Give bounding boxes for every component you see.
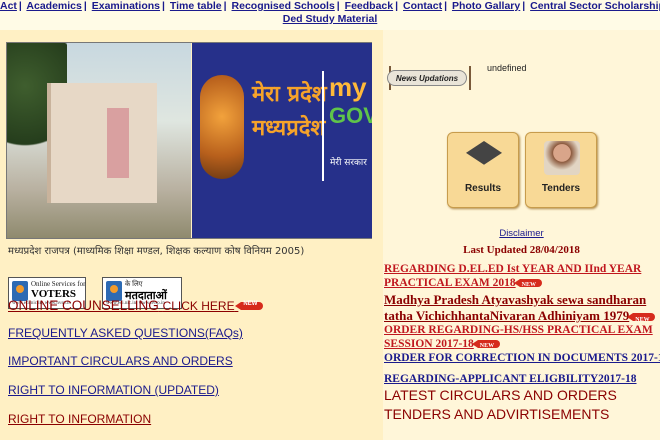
- nav-link-ded-study-material[interactable]: Ded Study Material: [283, 13, 378, 25]
- click-here-link[interactable]: CLICK HERE: [163, 299, 235, 313]
- board-building-photo: [7, 43, 191, 238]
- disclaimer-link[interactable]: Disclaimer: [383, 228, 660, 239]
- latest-circulars-link[interactable]: LATEST CIRCULARS AND ORDERS: [384, 387, 617, 403]
- nav-link-examinations[interactable]: Examinations: [92, 0, 160, 12]
- nav-row-1: Act | Academics | Examinations | Time table…: [0, 0, 660, 13]
- nav-link-photo-gallary[interactable]: Photo Gallary: [452, 0, 520, 12]
- top-navigation: Act | Academics | Examinations | Time table…: [0, 0, 660, 30]
- last-updated: Last Updated 28/04/2018: [463, 244, 580, 256]
- gazette-caption: मध्यप्रदेश राजपत्र (माध्यमिक शिक्षा मण्ड…: [8, 246, 305, 257]
- mygov-banner[interactable]: मेरा प्रदेश मध्यप्रदेश my GOV मेरी सरकार: [192, 43, 372, 238]
- news-item-deled-practical[interactable]: REGARDING D.EL.ED Ist YEAR AND IInd YEAR…: [384, 262, 641, 290]
- mygov-gov: GOV: [329, 103, 372, 128]
- news-item-atyavashyak-sewa[interactable]: Madhya Pradesh Atyavashyak sewa sandhara…: [384, 292, 656, 324]
- news-item-applicant-eligibility[interactable]: REGARDING-APPLICANT ELIGBILITY2017-18: [384, 372, 637, 386]
- new-badge-icon: NEW: [627, 313, 656, 323]
- nav-link-recognised-schools[interactable]: Recognised Schools: [232, 0, 335, 12]
- nav-link-academics[interactable]: Academics: [26, 0, 81, 12]
- mp-emblem-icon: [200, 75, 244, 179]
- right-panel: News Updations undefined Results Tenders…: [383, 30, 660, 440]
- news-item-hs-hss-practical[interactable]: ORDER REGARDING-HS/HSS PRACTICAL EXAM SE…: [384, 323, 653, 351]
- nav-link-time-table[interactable]: Time table: [170, 0, 222, 12]
- tenders-person-icon: [544, 141, 580, 175]
- mygov-my: my: [329, 72, 367, 102]
- nav-link-act[interactable]: Act: [0, 0, 17, 12]
- faq-link[interactable]: FREQUENTLY ASKED QUESTIONS(FAQs): [8, 326, 243, 340]
- graduation-cap-icon: [466, 141, 502, 165]
- new-badge-icon: NEW: [471, 340, 500, 349]
- nav-link-central-sector-scholarship[interactable]: Central Sector Scholarship: [530, 0, 660, 12]
- important-circulars-link[interactable]: IMPORTANT CIRCULARS AND ORDERS: [8, 354, 233, 368]
- tenders-tile[interactable]: Tenders: [525, 132, 597, 208]
- undefined-text: undefined: [487, 63, 527, 73]
- banner: मेरा प्रदेश मध्यप्रदेश my GOV मेरी सरकार: [6, 42, 372, 239]
- nav-link-feedback[interactable]: Feedback: [345, 0, 393, 12]
- news-item-correction-documents[interactable]: ORDER FOR CORRECTION IN DOCUMENTS 2017-1…: [384, 351, 660, 365]
- nav-row-2: Ded Study Material: [0, 13, 660, 26]
- news-updations-label: News Updations: [385, 66, 473, 92]
- rti-link[interactable]: RIGHT TO INFORMATION: [8, 412, 151, 426]
- tenders-advertisements-link[interactable]: TENDERS AND ADVIRTISEMENTS: [384, 406, 609, 422]
- mygov-tagline: मेरी सरकार: [330, 158, 367, 168]
- mygov-hindi-text: मेरा प्रदेश मध्यप्रदेश: [252, 82, 327, 141]
- results-tile[interactable]: Results: [447, 132, 519, 208]
- left-panel: मेरा प्रदेश मध्यप्रदेश my GOV मेरी सरकार…: [0, 30, 383, 440]
- nav-link-contact[interactable]: Contact: [403, 0, 442, 12]
- new-badge-icon: NEW: [513, 279, 542, 288]
- rti-updated-link[interactable]: RIGHT TO INFORMATION (UPDATED): [8, 383, 219, 397]
- online-counselling-link[interactable]: ONLINE COUNSELLING CLICK HERE NEW: [8, 298, 264, 313]
- new-badge-icon: NEW: [235, 301, 264, 311]
